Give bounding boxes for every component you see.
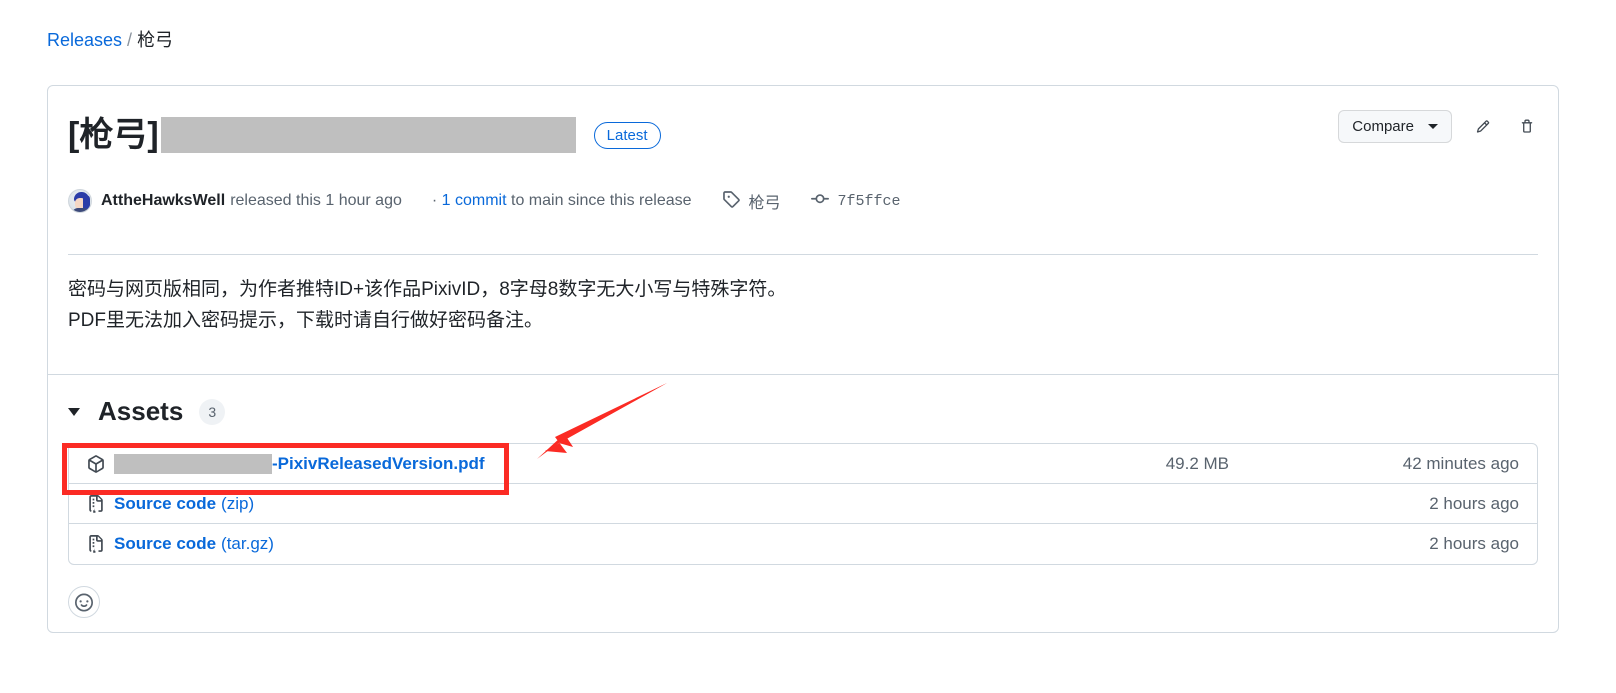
release-tag[interactable]: 枪弓 bbox=[722, 189, 781, 213]
commit-hash: 7f5ffce bbox=[837, 192, 901, 210]
asset-size: 49.2 MB bbox=[1165, 453, 1229, 473]
assets-list: -PixivReleasedVersion.pdf 49.2 MB 42 min… bbox=[68, 443, 1538, 565]
release-body: 密码与网页版相同，为作者推特ID+该作品PixivID，8字母8数字无大小写与特… bbox=[68, 274, 786, 336]
asset-download-link[interactable]: -PixivReleasedVersion.pdf bbox=[114, 453, 485, 474]
table-row[interactable]: Source code (tar.gz) 2 hours ago bbox=[69, 524, 1537, 564]
asset-name-text: Source code bbox=[114, 534, 217, 553]
assets-header[interactable]: Assets 3 bbox=[68, 396, 226, 427]
assets-divider bbox=[48, 374, 1558, 375]
commit-count-link[interactable]: 1 commit bbox=[442, 192, 507, 209]
asset-date: 42 minutes ago bbox=[1402, 453, 1519, 473]
released-text: released this 1 hour ago bbox=[230, 192, 402, 209]
tag-icon bbox=[722, 190, 740, 213]
commit-prefix: · bbox=[431, 192, 438, 209]
pencil-icon[interactable] bbox=[1470, 114, 1496, 140]
asset-name-sub: (zip) bbox=[221, 493, 255, 513]
latest-badge: Latest bbox=[593, 121, 661, 149]
package-icon bbox=[87, 454, 105, 473]
breadcrumb-releases-link[interactable]: Releases bbox=[47, 30, 122, 50]
smiley-icon[interactable] bbox=[68, 586, 100, 618]
assets-title: Assets bbox=[98, 396, 184, 426]
asset-name-cell: -PixivReleasedVersion.pdf bbox=[87, 453, 999, 474]
asset-name-text: -PixivReleasedVersion.pdf bbox=[272, 453, 485, 473]
trash-icon[interactable] bbox=[1514, 114, 1540, 140]
chevron-down-icon bbox=[1428, 124, 1438, 129]
asset-download-link[interactable]: Source code (zip) bbox=[114, 494, 254, 514]
avatar bbox=[68, 189, 92, 213]
asset-name-text: Source code bbox=[114, 493, 217, 513]
release-body-line-1: 密码与网页版相同，为作者推特ID+该作品PixivID，8字母8数字无大小写与特… bbox=[68, 279, 787, 300]
table-row[interactable]: -PixivReleasedVersion.pdf 49.2 MB 42 min… bbox=[69, 444, 1537, 484]
release-byline: AttheHawksWell released this 1 hour ago … bbox=[68, 189, 901, 213]
release-page: Releases / 枪弓 [枪弓] Latest Compare AttheH… bbox=[0, 0, 1616, 693]
assets-count-badge: 3 bbox=[199, 398, 226, 425]
asset-name-sub: (tar.gz) bbox=[221, 534, 274, 553]
release-card: [枪弓] Latest Compare AttheHawksWell relea… bbox=[47, 85, 1559, 633]
release-body-line-2: PDF里无法加入密码提示，下载时请自行做好密码备注。 bbox=[68, 310, 544, 331]
author-link[interactable]: AttheHawksWell bbox=[101, 192, 225, 210]
release-header: [枪弓] Latest Compare AttheHawksWell relea… bbox=[48, 86, 1558, 256]
asset-date: 2 hours ago bbox=[1429, 534, 1519, 553]
git-commit-icon bbox=[810, 190, 829, 213]
asset-date: 2 hours ago bbox=[1429, 493, 1519, 513]
header-divider bbox=[68, 254, 1538, 255]
title-redaction-bar bbox=[160, 117, 576, 153]
breadcrumb: Releases / 枪弓 bbox=[47, 27, 173, 53]
release-actions: Compare bbox=[1338, 110, 1540, 143]
triangle-down-icon bbox=[68, 407, 80, 416]
release-tag-name: 枪弓 bbox=[748, 195, 781, 212]
asset-download-link[interactable]: Source code (tar.gz) bbox=[114, 534, 274, 554]
asset-name-cell: Source code (tar.gz) bbox=[87, 534, 999, 554]
compare-button[interactable]: Compare bbox=[1338, 110, 1452, 143]
breadcrumb-current: 枪弓 bbox=[137, 30, 174, 50]
compare-button-label: Compare bbox=[1352, 118, 1414, 135]
asset-name-cell: Source code (zip) bbox=[87, 494, 999, 514]
file-zip-icon bbox=[87, 535, 105, 553]
asset-name-redaction-bar bbox=[114, 453, 272, 474]
table-row[interactable]: Source code (zip) 2 hours ago bbox=[69, 484, 1537, 524]
breadcrumb-separator: / bbox=[127, 30, 133, 50]
release-commit[interactable]: 7f5ffce bbox=[810, 190, 901, 213]
page-title: [枪弓] bbox=[68, 116, 159, 154]
release-title-row: [枪弓] Latest bbox=[68, 113, 661, 157]
file-zip-icon bbox=[87, 494, 105, 513]
commit-info: · 1 commit to main since this release bbox=[432, 192, 692, 210]
commit-suffix: to main since this release bbox=[511, 192, 692, 209]
